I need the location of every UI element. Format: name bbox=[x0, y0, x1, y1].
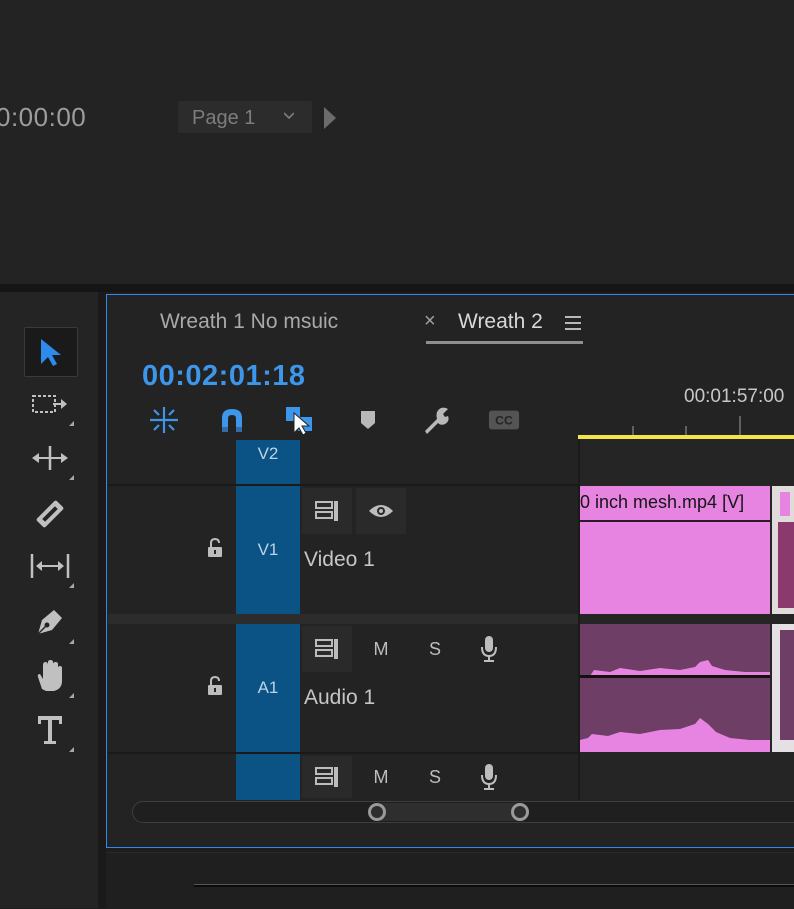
razor-icon bbox=[36, 500, 64, 528]
pen-tool[interactable] bbox=[24, 598, 76, 646]
tool-flyout-icon bbox=[69, 747, 74, 752]
track-header-v2 bbox=[108, 440, 580, 484]
type-icon bbox=[38, 716, 62, 744]
active-tab-indicator bbox=[426, 341, 583, 344]
audio-waveform bbox=[580, 660, 770, 752]
target-a1[interactable]: A1 bbox=[236, 624, 300, 752]
ruler-timecode: 00:01:57:00 bbox=[684, 386, 785, 407]
magnet-button[interactable] bbox=[216, 404, 248, 436]
chevron-down-icon bbox=[284, 112, 294, 120]
panel-divider[interactable] bbox=[0, 284, 794, 292]
add-marker-button[interactable] bbox=[352, 404, 384, 436]
magnet-icon bbox=[222, 409, 242, 432]
captions-icon: CC bbox=[488, 410, 520, 430]
microphone-icon bbox=[481, 636, 497, 662]
sync-lock-icon bbox=[315, 501, 338, 521]
sync-lock-button[interactable] bbox=[302, 756, 352, 798]
sync-lock-button[interactable] bbox=[302, 626, 352, 672]
next-page-arrow-icon[interactable] bbox=[324, 107, 336, 129]
ripple-edit-tool[interactable] bbox=[24, 434, 76, 482]
tool-flyout-icon bbox=[69, 421, 74, 426]
program-timecode[interactable]: 0:00:00 bbox=[0, 102, 86, 133]
razor-tool[interactable] bbox=[24, 490, 76, 538]
solo-track-button[interactable]: S bbox=[410, 626, 460, 672]
sequence-timecode[interactable]: 00:02:01:18 bbox=[142, 360, 306, 393]
program-monitor bbox=[0, 0, 794, 284]
voice-over-record-button[interactable] bbox=[464, 756, 514, 798]
tab-wreath-2[interactable]: Wreath 2 bbox=[458, 310, 543, 334]
timeline-settings-button[interactable] bbox=[420, 404, 452, 436]
ripple-edit-icon bbox=[32, 446, 68, 470]
scrollbar-thumb[interactable] bbox=[376, 803, 520, 821]
track-select-icon bbox=[32, 395, 67, 413]
sync-lock-button[interactable] bbox=[302, 488, 352, 534]
solo-label: S bbox=[428, 766, 441, 787]
hand-tool[interactable] bbox=[24, 652, 76, 700]
time-ruler[interactable] bbox=[578, 412, 794, 436]
eye-icon bbox=[369, 505, 393, 517]
target-a2[interactable] bbox=[236, 754, 300, 800]
zoom-handle-right[interactable] bbox=[511, 803, 529, 821]
svg-text:CC: CC bbox=[495, 414, 513, 428]
tool-flyout-icon bbox=[69, 693, 74, 698]
sync-lock-icon bbox=[315, 639, 338, 659]
selection-arrow-icon bbox=[41, 339, 61, 366]
wrench-icon bbox=[425, 407, 449, 434]
tab-close-icon[interactable]: × bbox=[424, 310, 436, 333]
type-tool[interactable] bbox=[24, 706, 76, 754]
pen-icon bbox=[37, 610, 62, 635]
tab-wreath-1-no-msuic[interactable]: Wreath 1 No msuic bbox=[160, 310, 338, 334]
solo-label: S bbox=[428, 638, 441, 659]
mute-label: M bbox=[373, 638, 389, 659]
track-name-video-1[interactable]: Video 1 bbox=[304, 548, 375, 572]
panel-gap bbox=[98, 292, 106, 908]
captions-button[interactable]: CC bbox=[488, 404, 520, 436]
track-name-audio-1[interactable]: Audio 1 bbox=[304, 686, 375, 710]
snap-in-timeline-button[interactable] bbox=[148, 404, 180, 436]
zoom-handle-left[interactable] bbox=[368, 803, 386, 821]
snap-icon bbox=[150, 407, 178, 433]
bottom-divider bbox=[194, 884, 794, 887]
video-clip-name: 0 inch mesh.mp4 [V] bbox=[580, 492, 745, 512]
tool-flyout-icon bbox=[69, 475, 74, 480]
target-v1[interactable]: V1 bbox=[236, 486, 300, 614]
tool-flyout-icon bbox=[69, 639, 74, 644]
target-v2[interactable]: V2 bbox=[236, 440, 300, 484]
toggle-track-output-button[interactable] bbox=[356, 488, 406, 534]
lock-open-icon[interactable] bbox=[206, 676, 224, 696]
lock-open-icon[interactable] bbox=[206, 538, 224, 558]
solo-track-button[interactable]: S bbox=[410, 756, 460, 798]
page-select-label: Page 1 bbox=[192, 107, 256, 129]
voice-over-record-button[interactable] bbox=[464, 626, 514, 672]
clip-thumbnail bbox=[778, 522, 794, 608]
page-select[interactable]: Page 1 bbox=[178, 101, 312, 133]
track-select-tool[interactable] bbox=[24, 380, 76, 428]
clip-title-bar bbox=[780, 492, 790, 516]
mute-track-button[interactable]: M bbox=[356, 626, 406, 672]
panel-menu-icon[interactable] bbox=[565, 316, 581, 334]
linked-selection-button[interactable] bbox=[284, 404, 316, 436]
tool-flyout-icon bbox=[69, 583, 74, 588]
channel-divider bbox=[580, 675, 770, 678]
mute-track-button[interactable]: M bbox=[356, 756, 406, 798]
sync-lock-icon bbox=[315, 767, 338, 787]
hand-icon bbox=[37, 660, 62, 691]
linked-selection-icon bbox=[286, 407, 312, 435]
slip-tool[interactable] bbox=[24, 542, 76, 590]
marker-icon bbox=[361, 411, 375, 429]
selection-tool[interactable] bbox=[24, 327, 78, 377]
mute-label: M bbox=[373, 766, 389, 787]
microphone-icon bbox=[481, 764, 497, 790]
tools-panel bbox=[0, 292, 98, 908]
audio-clip-next-body bbox=[780, 630, 794, 740]
work-area-bar[interactable] bbox=[578, 435, 794, 439]
slip-icon bbox=[30, 554, 70, 578]
bottom-panel bbox=[106, 852, 794, 909]
